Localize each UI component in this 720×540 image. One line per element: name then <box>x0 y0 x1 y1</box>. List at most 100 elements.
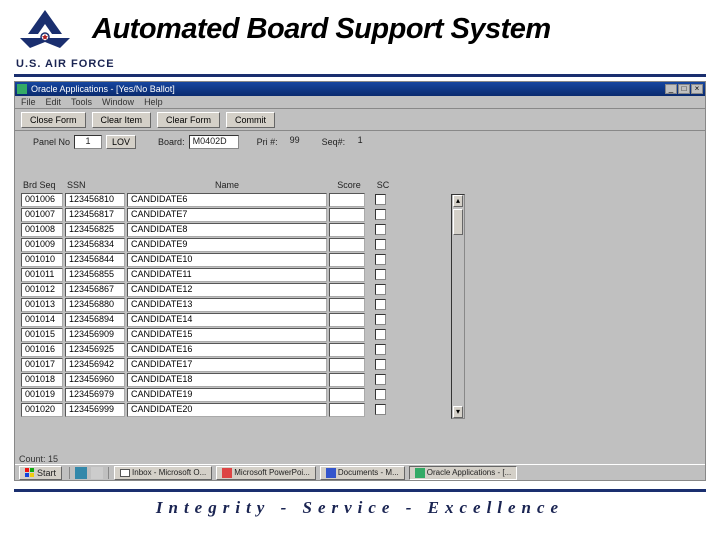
cell-score[interactable] <box>329 193 365 207</box>
cell-score[interactable] <box>329 298 365 312</box>
cell-seq[interactable]: 001016 <box>21 343 63 357</box>
cell-name[interactable]: CANDIDATE17 <box>127 358 327 372</box>
task-item[interactable]: Oracle Applications - [... <box>409 466 517 480</box>
cell-seq[interactable]: 001010 <box>21 253 63 267</box>
cell-name[interactable]: CANDIDATE8 <box>127 223 327 237</box>
cell-name[interactable]: CANDIDATE11 <box>127 268 327 282</box>
menu-edit[interactable]: Edit <box>46 97 62 107</box>
cell-score[interactable] <box>329 283 365 297</box>
cell-name[interactable]: CANDIDATE12 <box>127 283 327 297</box>
cell-score[interactable] <box>329 373 365 387</box>
cell-score[interactable] <box>329 268 365 282</box>
table-row[interactable]: 001015123456909CANDIDATE15 <box>21 327 451 342</box>
cell-seq[interactable]: 001014 <box>21 313 63 327</box>
cell-name[interactable]: CANDIDATE16 <box>127 343 327 357</box>
cell-score[interactable] <box>329 403 365 417</box>
cell-seq[interactable]: 001015 <box>21 328 63 342</box>
start-button[interactable]: Start <box>19 466 62 480</box>
cell-seq[interactable]: 001019 <box>21 388 63 402</box>
cell-score[interactable] <box>329 223 365 237</box>
table-row[interactable]: 001018123456960CANDIDATE18 <box>21 372 451 387</box>
table-row[interactable]: 001019123456979CANDIDATE19 <box>21 387 451 402</box>
sc-checkbox[interactable] <box>375 344 386 355</box>
cell-score[interactable] <box>329 328 365 342</box>
scroll-down-icon[interactable]: ▾ <box>453 406 463 418</box>
cell-ssn[interactable]: 123456894 <box>65 313 125 327</box>
cell-ssn[interactable]: 123456979 <box>65 388 125 402</box>
table-row[interactable]: 001014123456894CANDIDATE14 <box>21 312 451 327</box>
sc-checkbox[interactable] <box>375 224 386 235</box>
table-row[interactable]: 001012123456867CANDIDATE12 <box>21 282 451 297</box>
minimize-icon[interactable]: _ <box>665 84 677 94</box>
cell-score[interactable] <box>329 253 365 267</box>
table-row[interactable]: 001010123456844CANDIDATE10 <box>21 252 451 267</box>
cell-score[interactable] <box>329 313 365 327</box>
cell-seq[interactable]: 001012 <box>21 283 63 297</box>
sc-checkbox[interactable] <box>375 374 386 385</box>
panel-no-input[interactable]: 1 <box>74 135 102 149</box>
maximize-icon[interactable]: □ <box>678 84 690 94</box>
sc-checkbox[interactable] <box>375 194 386 205</box>
cell-name[interactable]: CANDIDATE19 <box>127 388 327 402</box>
cell-seq[interactable]: 001011 <box>21 268 63 282</box>
table-row[interactable]: 001016123456925CANDIDATE16 <box>21 342 451 357</box>
cell-score[interactable] <box>329 358 365 372</box>
sc-checkbox[interactable] <box>375 314 386 325</box>
cell-ssn[interactable]: 123456960 <box>65 373 125 387</box>
cell-seq[interactable]: 001009 <box>21 238 63 252</box>
cell-ssn[interactable]: 123456855 <box>65 268 125 282</box>
cell-ssn[interactable]: 123456880 <box>65 298 125 312</box>
cell-score[interactable] <box>329 208 365 222</box>
board-value[interactable]: M0402D <box>189 135 239 149</box>
close-icon[interactable]: × <box>691 84 703 94</box>
sc-checkbox[interactable] <box>375 254 386 265</box>
sc-checkbox[interactable] <box>375 404 386 415</box>
task-item[interactable]: Microsoft PowerPoi... <box>216 466 316 480</box>
cell-seq[interactable]: 001007 <box>21 208 63 222</box>
menu-help[interactable]: Help <box>144 97 163 107</box>
table-row[interactable]: 001017123456942CANDIDATE17 <box>21 357 451 372</box>
sc-checkbox[interactable] <box>375 269 386 280</box>
sc-checkbox[interactable] <box>375 239 386 250</box>
cell-name[interactable]: CANDIDATE18 <box>127 373 327 387</box>
quicklaunch-icon[interactable] <box>75 467 87 479</box>
cell-seq[interactable]: 001020 <box>21 403 63 417</box>
cell-ssn[interactable]: 123456942 <box>65 358 125 372</box>
cell-name[interactable]: CANDIDATE7 <box>127 208 327 222</box>
scroll-up-icon[interactable]: ▴ <box>453 195 463 207</box>
clear-form-button[interactable]: Clear Form <box>157 112 220 128</box>
table-row[interactable]: 001020123456999CANDIDATE20 <box>21 402 451 417</box>
menu-file[interactable]: File <box>21 97 36 107</box>
cell-name[interactable]: CANDIDATE15 <box>127 328 327 342</box>
cell-score[interactable] <box>329 388 365 402</box>
cell-name[interactable]: CANDIDATE6 <box>127 193 327 207</box>
grid-scrollbar[interactable]: ▴ ▾ <box>451 194 465 419</box>
quicklaunch-icon[interactable] <box>91 467 103 479</box>
cell-name[interactable]: CANDIDATE13 <box>127 298 327 312</box>
cell-ssn[interactable]: 123456825 <box>65 223 125 237</box>
sc-checkbox[interactable] <box>375 329 386 340</box>
table-row[interactable]: 001013123456880CANDIDATE13 <box>21 297 451 312</box>
cell-seq[interactable]: 001006 <box>21 193 63 207</box>
cell-ssn[interactable]: 123456925 <box>65 343 125 357</box>
lov-button[interactable]: LOV <box>106 135 136 149</box>
cell-ssn[interactable]: 123456810 <box>65 193 125 207</box>
cell-ssn[interactable]: 123456844 <box>65 253 125 267</box>
scroll-thumb[interactable] <box>453 209 463 235</box>
sc-checkbox[interactable] <box>375 209 386 220</box>
sc-checkbox[interactable] <box>375 389 386 400</box>
table-row[interactable]: 001006123456810CANDIDATE6 <box>21 192 451 207</box>
cell-ssn[interactable]: 123456834 <box>65 238 125 252</box>
commit-button[interactable]: Commit <box>226 112 275 128</box>
cell-seq[interactable]: 001013 <box>21 298 63 312</box>
table-row[interactable]: 001009123456834CANDIDATE9 <box>21 237 451 252</box>
cell-score[interactable] <box>329 238 365 252</box>
cell-ssn[interactable]: 123456999 <box>65 403 125 417</box>
cell-name[interactable]: CANDIDATE10 <box>127 253 327 267</box>
table-row[interactable]: 001011123456855CANDIDATE11 <box>21 267 451 282</box>
table-row[interactable]: 001008123456825CANDIDATE8 <box>21 222 451 237</box>
cell-ssn[interactable]: 123456909 <box>65 328 125 342</box>
sc-checkbox[interactable] <box>375 359 386 370</box>
cell-seq[interactable]: 001008 <box>21 223 63 237</box>
cell-score[interactable] <box>329 343 365 357</box>
